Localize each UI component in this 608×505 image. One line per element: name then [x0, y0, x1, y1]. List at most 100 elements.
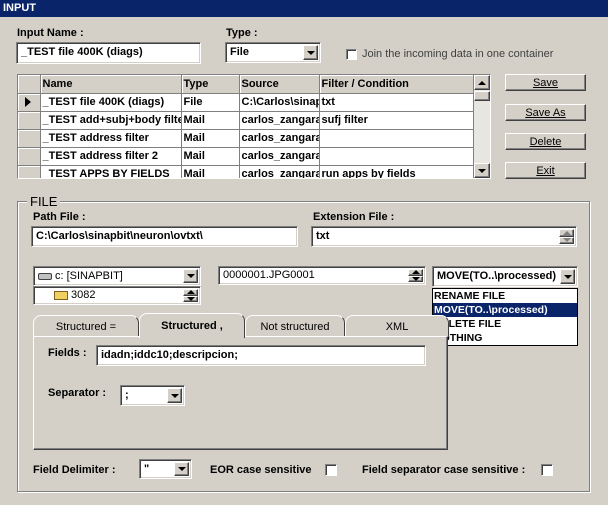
- scroll-down-button[interactable]: [474, 163, 490, 178]
- cell-filter[interactable]: txt: [319, 93, 474, 112]
- tab-not-structured[interactable]: Not structured: [245, 315, 345, 337]
- delete-button[interactable]: Delete: [505, 133, 586, 150]
- save-as-button[interactable]: Save As: [505, 104, 586, 121]
- drive-dropdown-button[interactable]: [183, 269, 198, 283]
- folder-icon: [54, 290, 68, 300]
- col-header-source[interactable]: Source: [239, 75, 320, 94]
- table-row[interactable]: _TEST address filter 2 Mail carlos_zanga…: [18, 147, 474, 166]
- cell-filter[interactable]: [319, 147, 474, 166]
- join-checkbox[interactable]: [346, 49, 357, 60]
- cell-name[interactable]: _TEST file 400K (diags): [40, 93, 182, 112]
- file-list-scroll[interactable]: [408, 269, 423, 282]
- input-name-label: Input Name :: [17, 27, 84, 39]
- tab-not-structured-label: Not structured: [260, 320, 330, 333]
- table-row[interactable]: _TEST file 400K (diags) File C:\Carlos\s…: [18, 93, 474, 112]
- cell-source[interactable]: carlos_zangara: [239, 111, 320, 130]
- cell-type[interactable]: Mail: [181, 147, 240, 166]
- cell-name[interactable]: _TEST APPS BY FIELDS: [40, 165, 182, 178]
- save-button-label: Save: [532, 76, 559, 89]
- cell-source[interactable]: C:\Carlos\sinapbit: [239, 93, 320, 112]
- cell-name[interactable]: _TEST address filter 2: [40, 147, 182, 166]
- join-label: Join the incoming data in one container: [362, 48, 554, 60]
- arrow-up-icon: [411, 270, 420, 275]
- action-dropdown-button[interactable]: [560, 269, 575, 284]
- spin-down-button[interactable]: [559, 236, 574, 244]
- type-dropdown-button[interactable]: [303, 45, 318, 60]
- separator-dropdown-button[interactable]: [167, 388, 182, 403]
- cell-name[interactable]: _TEST address filter: [40, 129, 182, 148]
- field-separator-case-checkbox[interactable]: [541, 464, 553, 476]
- action-option-rename[interactable]: RENAME FILE: [433, 289, 577, 303]
- action-select[interactable]: MOVE(TO..\processed): [432, 266, 578, 287]
- cell-type[interactable]: File: [181, 93, 240, 112]
- grid-corner: [18, 75, 41, 94]
- cell-filter[interactable]: run apps by fields: [319, 165, 474, 178]
- type-select[interactable]: File: [225, 42, 321, 63]
- save-button[interactable]: Save: [505, 74, 586, 91]
- tab-structured-comma[interactable]: Structured ,: [139, 313, 245, 338]
- arrow-down-icon: [186, 296, 195, 301]
- path-file-label: Path File :: [33, 211, 86, 223]
- grid-scrollbar[interactable]: [474, 75, 490, 178]
- separator-select-value: ;: [125, 389, 129, 401]
- cell-name[interactable]: _TEST add+subj+body filter: [40, 111, 182, 130]
- cell-filter[interactable]: sufj filter: [319, 111, 474, 130]
- col-header-name[interactable]: Name: [40, 75, 182, 94]
- action-dropdown-list[interactable]: RENAME FILE MOVE(TO..\processed) DELETE …: [432, 288, 578, 346]
- cell-type[interactable]: Mail: [181, 165, 240, 178]
- chevron-down-icon: [177, 467, 186, 471]
- eor-case-checkbox[interactable]: [325, 464, 337, 476]
- tab-structured-comma-label: Structured ,: [161, 320, 223, 332]
- table-row[interactable]: _TEST APPS BY FIELDS Mail carlos_zangara…: [18, 165, 474, 178]
- eor-case-label: EOR case sensitive: [210, 464, 312, 476]
- action-option-nothing[interactable]: NOTHING: [433, 331, 577, 345]
- table-row[interactable]: _TEST address filter Mail carlos_zangara: [18, 129, 474, 148]
- cell-type[interactable]: Mail: [181, 129, 240, 148]
- folder-scroll-down[interactable]: [183, 295, 198, 302]
- arrow-up-icon: [186, 290, 195, 295]
- scroll-thumb[interactable]: [474, 91, 490, 101]
- inputs-table: Name Type Source Filter / Condition _TES…: [18, 75, 474, 178]
- separator-select[interactable]: ;: [120, 385, 185, 406]
- field-delimiter-dropdown-button[interactable]: [174, 462, 189, 476]
- col-header-type[interactable]: Type: [181, 75, 240, 94]
- chevron-down-icon: [563, 274, 572, 279]
- arrow-up-icon: [478, 80, 486, 85]
- drive-select[interactable]: c: [SINAPBIT]: [33, 266, 201, 286]
- folder-list[interactable]: 3082: [33, 286, 201, 305]
- folder-list-value: 3082: [71, 289, 96, 301]
- file-scroll-down[interactable]: [408, 275, 423, 282]
- field-delimiter-select[interactable]: ": [139, 459, 192, 479]
- col-header-filter[interactable]: Filter / Condition: [319, 75, 474, 94]
- spin-up-button[interactable]: [559, 229, 574, 237]
- tab-xml[interactable]: XML: [345, 315, 449, 337]
- fields-input[interactable]: idadn;iddc10;descripcion;: [96, 345, 426, 366]
- action-option-delete[interactable]: DELETE FILE: [433, 317, 577, 331]
- tab-xml-label: XML: [385, 320, 409, 333]
- field-separator-case-label: Field separator case sensitive :: [362, 464, 526, 476]
- current-row-icon: [25, 97, 31, 107]
- extension-file-field[interactable]: txt: [311, 226, 577, 247]
- cell-source[interactable]: carlos_zangara: [239, 147, 320, 166]
- cell-source[interactable]: carlos_zangara: [239, 165, 320, 178]
- tab-structured-equals-label: Structured =: [55, 320, 117, 333]
- input-name-field[interactable]: _TEST file 400K (diags): [16, 42, 201, 64]
- scroll-up-button[interactable]: [474, 75, 490, 90]
- cell-filter[interactable]: [319, 129, 474, 148]
- table-row[interactable]: _TEST add+subj+body filter Mail carlos_z…: [18, 111, 474, 130]
- cell-source[interactable]: carlos_zangara: [239, 129, 320, 148]
- exit-button[interactable]: Exit: [505, 162, 586, 179]
- row-indicator: [18, 147, 41, 166]
- cell-type[interactable]: Mail: [181, 111, 240, 130]
- action-option-move[interactable]: MOVE(TO..\processed): [433, 303, 577, 317]
- inputs-grid[interactable]: Name Type Source Filter / Condition _TES…: [17, 74, 491, 179]
- exit-button-label: Exit: [536, 164, 555, 177]
- path-file-field[interactable]: C:\Carlos\sinapbit\neuron\ovtxt\: [31, 226, 298, 247]
- folder-scroll[interactable]: [183, 289, 198, 302]
- field-delimiter-value: ": [144, 463, 150, 475]
- extension-spinner[interactable]: [559, 229, 574, 244]
- type-select-value: File: [230, 46, 249, 58]
- tab-structured-equals[interactable]: Structured =: [33, 315, 139, 337]
- save-as-button-label: Save As: [525, 106, 566, 119]
- file-list[interactable]: 0000001.JPG0001: [218, 266, 426, 285]
